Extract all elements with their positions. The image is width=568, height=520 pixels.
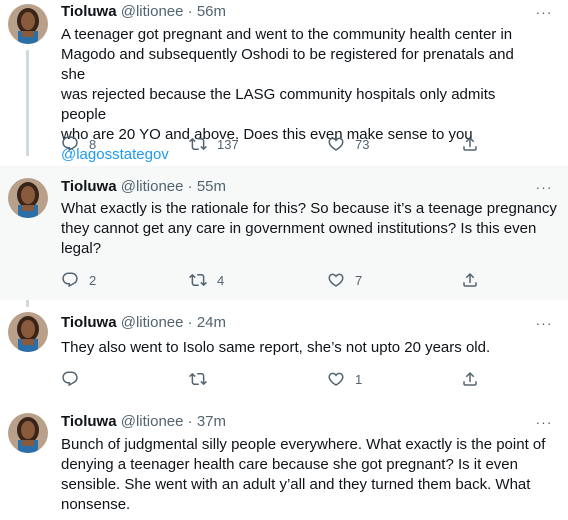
timestamp[interactable]: 56m bbox=[197, 3, 226, 20]
tweet-header: Tioluwa @litionee · 56m bbox=[61, 2, 226, 22]
tweet-text-line: they cannot get any care in government o… bbox=[61, 220, 537, 237]
tweet-actions: 1 bbox=[61, 369, 481, 389]
tweet-text-line: A teenager got pregnant and went to the … bbox=[61, 26, 513, 43]
like-button[interactable]: 73 bbox=[327, 134, 369, 154]
tweet-header: Tioluwa @litionee · 55m bbox=[61, 177, 226, 197]
like-count: 73 bbox=[355, 136, 370, 152]
retweet-button[interactable]: 4 bbox=[189, 270, 224, 290]
separator: · bbox=[187, 413, 193, 430]
timestamp[interactable]: 55m bbox=[197, 178, 226, 195]
like-icon bbox=[328, 372, 344, 386]
share-icon bbox=[463, 371, 477, 386]
share-button[interactable] bbox=[461, 134, 479, 154]
tweet-text: What exactly is the rationale for this? … bbox=[61, 199, 561, 259]
avatar[interactable] bbox=[8, 178, 48, 218]
more-icon[interactable]: ··· bbox=[534, 178, 554, 196]
tweet-text-line: denying a teenager health care because s… bbox=[61, 456, 518, 473]
tweet[interactable]: Tioluwa @litionee · 55m ··· What exactly… bbox=[0, 166, 568, 300]
retweet-button[interactable] bbox=[189, 369, 207, 389]
share-button[interactable] bbox=[461, 369, 479, 389]
avatar-image bbox=[8, 312, 48, 352]
like-button[interactable]: 1 bbox=[327, 369, 362, 389]
avatar-image bbox=[8, 413, 48, 453]
like-button[interactable]: 7 bbox=[327, 270, 362, 290]
share-icon bbox=[463, 272, 477, 287]
user-handle[interactable]: @litionee bbox=[121, 178, 184, 195]
user-handle[interactable]: @litionee bbox=[121, 3, 184, 20]
separator: · bbox=[187, 3, 193, 20]
tweet-actions: 2 4 7 bbox=[61, 270, 481, 290]
avatar-image bbox=[8, 178, 48, 218]
retweet-button[interactable]: 137 bbox=[189, 134, 239, 154]
tweet-text-line: nonsense. bbox=[61, 496, 131, 513]
tweet-text: They also went to Isolo same report, she… bbox=[61, 338, 541, 358]
retweet-count: 137 bbox=[217, 136, 239, 152]
retweet-count: 4 bbox=[217, 272, 225, 288]
tweet[interactable]: Tioluwa @litionee · 24m ··· They also we… bbox=[0, 300, 568, 400]
like-icon bbox=[328, 137, 344, 151]
tweet-text-line: was rejected because the LASG community … bbox=[61, 86, 496, 123]
display-name[interactable]: Tioluwa bbox=[61, 178, 117, 195]
retweet-icon bbox=[189, 273, 207, 287]
tweet[interactable]: Tioluwa @litionee · 37m ··· Bunch of jud… bbox=[0, 400, 568, 520]
display-name[interactable]: Tioluwa bbox=[61, 3, 117, 20]
display-name[interactable]: Tioluwa bbox=[61, 413, 117, 430]
tweet[interactable]: Tioluwa @litionee · 56m ··· A teenager g… bbox=[0, 0, 568, 166]
tweet-text-line: Magodo and subsequently Oshodi to be reg… bbox=[61, 46, 514, 83]
user-handle[interactable]: @litionee bbox=[121, 413, 184, 430]
like-count: 1 bbox=[355, 371, 363, 387]
reply-icon bbox=[62, 371, 78, 387]
reply-button[interactable] bbox=[61, 369, 79, 389]
tweet-text-line: sensible. She went with an adult y’all a… bbox=[61, 476, 531, 493]
reply-button[interactable]: 8 bbox=[61, 134, 96, 154]
reply-icon bbox=[62, 272, 78, 288]
timestamp[interactable]: 24m bbox=[197, 314, 226, 331]
like-count: 7 bbox=[355, 272, 363, 288]
tweet-text-line: What exactly is the rationale for this? … bbox=[61, 200, 557, 217]
avatar-image bbox=[8, 4, 48, 44]
reply-button[interactable]: 2 bbox=[61, 270, 96, 290]
reply-count: 2 bbox=[89, 272, 97, 288]
tweet-actions: 8 137 73 bbox=[61, 134, 481, 154]
tweet-text-line: Bunch of judgmental silly people everywh… bbox=[61, 436, 546, 453]
separator: · bbox=[187, 178, 193, 195]
avatar[interactable] bbox=[8, 312, 48, 352]
separator: · bbox=[187, 314, 193, 331]
tweet-header: Tioluwa @litionee · 24m bbox=[61, 313, 226, 333]
avatar[interactable] bbox=[8, 4, 48, 44]
share-icon bbox=[463, 136, 477, 151]
avatar[interactable] bbox=[8, 413, 48, 453]
share-button[interactable] bbox=[461, 270, 479, 290]
retweet-icon bbox=[189, 137, 207, 151]
more-icon[interactable]: ··· bbox=[534, 314, 554, 332]
more-icon[interactable]: ··· bbox=[534, 413, 554, 431]
retweet-icon bbox=[189, 372, 207, 386]
user-handle[interactable]: @litionee bbox=[121, 314, 184, 331]
tweet-text-line: They also went to Isolo same report, she… bbox=[61, 339, 491, 356]
display-name[interactable]: Tioluwa bbox=[61, 314, 117, 331]
tweet-text: Bunch of judgmental silly people everywh… bbox=[61, 435, 561, 515]
tweet-text-line: legal? bbox=[61, 240, 102, 257]
tweet-header: Tioluwa @litionee · 37m bbox=[61, 412, 226, 432]
timestamp[interactable]: 37m bbox=[197, 413, 226, 430]
more-icon[interactable]: ··· bbox=[534, 3, 554, 21]
like-icon bbox=[328, 273, 344, 287]
reply-count: 8 bbox=[89, 136, 97, 152]
reply-icon bbox=[62, 136, 78, 152]
